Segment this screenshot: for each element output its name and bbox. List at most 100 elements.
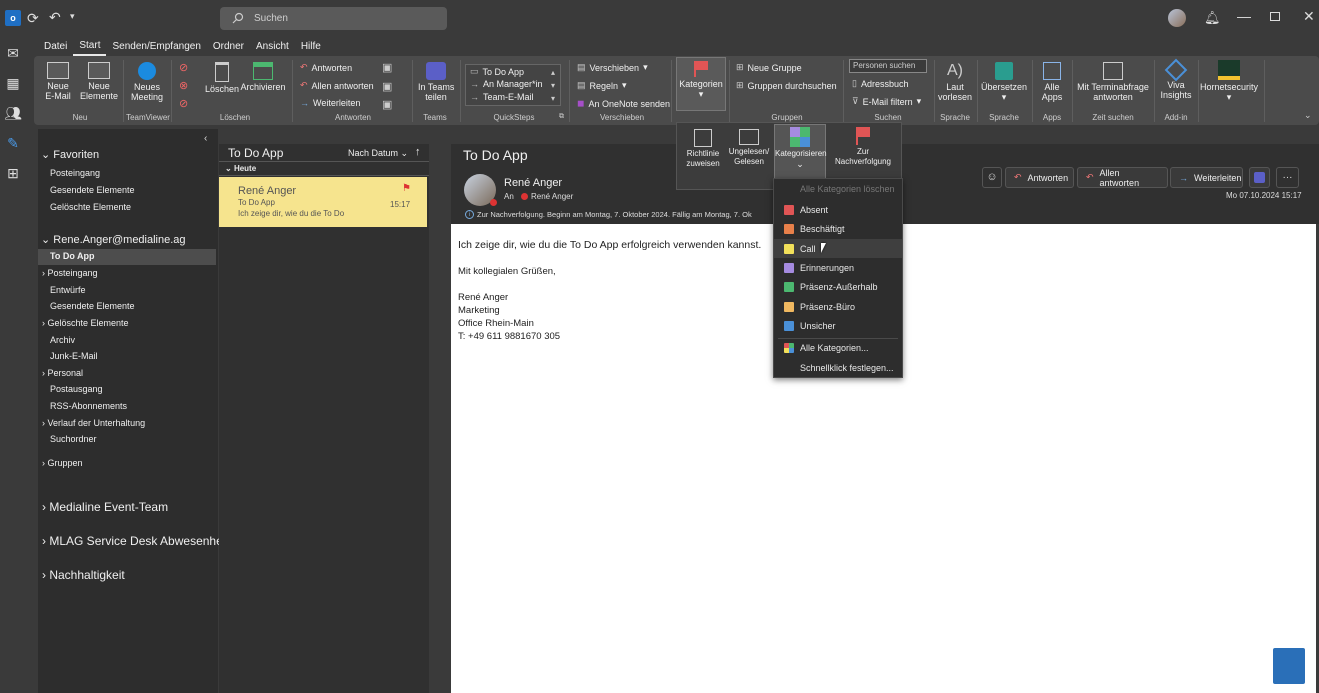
- quicksteps-launcher-icon[interactable]: ⧉: [559, 113, 564, 121]
- menu-start[interactable]: Start: [73, 37, 107, 56]
- rules-button[interactable]: ▤ Regeln ▾: [577, 80, 627, 91]
- browse-groups-button[interactable]: ⊞ Gruppen durchsuchen: [736, 80, 837, 91]
- forward-action-button[interactable]: → Weiterleiten: [1170, 167, 1243, 188]
- people-icon[interactable]: 👥︎: [0, 98, 26, 128]
- maximize-icon[interactable]: [1270, 12, 1280, 21]
- set-quick-click-item[interactable]: Schnellklick festlegen...: [774, 358, 902, 377]
- folder-archiv[interactable]: Archiv: [50, 335, 75, 345]
- category-call[interactable]: Call: [774, 239, 902, 258]
- folder-personal[interactable]: › Personal: [42, 368, 83, 378]
- undo-icon[interactable]: ↶: [49, 9, 61, 26]
- quicksteps-scroll-icon[interactable]: ▴ ▾ ▾: [551, 66, 555, 105]
- im-reply-icon[interactable]: ▣: [382, 80, 392, 93]
- folder-posteingang[interactable]: › Posteingang: [42, 268, 98, 278]
- folder-postausgang[interactable]: Postausgang: [50, 384, 103, 394]
- shared-nachhaltigkeit[interactable]: › Nachhaltigkeit: [42, 568, 125, 582]
- new-meeting-button[interactable]: Neues Meeting: [128, 62, 166, 102]
- archive-button[interactable]: Archivieren: [240, 62, 286, 92]
- followup-button[interactable]: Zur Nachverfolgung: [829, 127, 897, 167]
- folder-rss[interactable]: RSS-Abonnements: [50, 401, 127, 411]
- folder-suchordner[interactable]: Suchordner: [50, 434, 97, 444]
- category-praesenz-ausserhalb[interactable]: Präsenz-Außerhalb: [774, 277, 902, 296]
- folder-verlauf[interactable]: › Verlauf der Unterhaltung: [42, 418, 145, 428]
- teams-chat-button[interactable]: [1249, 167, 1270, 188]
- unread-read-button[interactable]: Ungelesen/ Gelesen: [727, 129, 771, 167]
- all-apps-button[interactable]: Alle Apps: [1035, 62, 1069, 102]
- quickstep-manager[interactable]: → An Manager*in: [470, 79, 543, 89]
- menu-datei[interactable]: Datei: [38, 38, 73, 55]
- fav-geloeschte[interactable]: Gelöschte Elemente: [50, 202, 131, 212]
- account-header[interactable]: ⌄ Rene.Anger@medialine.ag: [41, 233, 186, 246]
- new-group-button[interactable]: ⊞ Neue Gruppe: [736, 62, 802, 73]
- quickstep-team[interactable]: → Team-E-Mail: [470, 92, 534, 102]
- shared-event-team[interactable]: › Medialine Event-Team: [42, 500, 168, 514]
- folder-geloeschte[interactable]: › Gelöschte Elemente: [42, 318, 129, 328]
- move-button[interactable]: ▤ Verschieben ▾: [577, 62, 648, 73]
- more-respond-icon[interactable]: ▣: [382, 98, 392, 111]
- group-header-today[interactable]: ⌄ Heute: [219, 161, 429, 176]
- new-mail-button[interactable]: Neue E-Mail: [42, 62, 74, 101]
- forward-button[interactable]: → Weiterleiten: [300, 98, 360, 108]
- delete-button[interactable]: Löschen: [204, 62, 240, 94]
- folder-todo-app[interactable]: To Do App: [50, 251, 95, 261]
- ignore-icon[interactable]: ⊘: [179, 61, 188, 74]
- menu-hilfe[interactable]: Hilfe: [295, 38, 327, 55]
- meeting-reply-icon[interactable]: ▣: [382, 61, 392, 74]
- viva-insights-button[interactable]: Viva Insights: [1158, 58, 1194, 100]
- folder-gruppen[interactable]: › Gruppen: [42, 458, 83, 468]
- clear-all-categories-item[interactable]: Alle Kategorien löschen: [774, 179, 902, 198]
- flag-icon[interactable]: ⚑: [402, 183, 411, 194]
- translate-button[interactable]: Übersetzen ▾: [980, 62, 1028, 102]
- more-actions-icon[interactable]: ···: [1276, 167, 1299, 188]
- category-unsicher[interactable]: Unsicher: [774, 316, 902, 335]
- find-people-input[interactable]: Personen suchen: [849, 59, 927, 73]
- hornetsecurity-button[interactable]: Hornetsecurity ▾: [1200, 60, 1258, 102]
- onenote-button[interactable]: ◼ An OneNote senden: [577, 98, 670, 109]
- reply-all-action-button[interactable]: ↶ Allen antworten: [1077, 167, 1168, 188]
- category-erinnerungen[interactable]: Erinnerungen: [774, 258, 902, 277]
- sort-dropdown[interactable]: Nach Datum ⌄: [348, 148, 408, 159]
- close-icon[interactable]: ✕: [1303, 8, 1315, 25]
- quickstep-todo[interactable]: ▭ To Do App: [470, 66, 524, 77]
- sort-direction-icon[interactable]: ↑: [415, 146, 421, 158]
- todo-icon[interactable]: ✎: [0, 128, 26, 158]
- minimize-icon[interactable]: —: [1237, 8, 1251, 24]
- filter-mail-button[interactable]: ⊽ E-Mail filtern ▾: [852, 96, 921, 107]
- shared-service-desk[interactable]: › MLAG Service Desk Abwesenhei...: [42, 534, 235, 548]
- ribbon-collapse-icon[interactable]: ⌄: [1304, 110, 1312, 121]
- reply-button[interactable]: ↶ Antworten: [300, 62, 352, 73]
- menu-ansicht[interactable]: Ansicht: [250, 38, 295, 55]
- reply-action-button[interactable]: ↶ Antworten: [1005, 167, 1074, 188]
- collapse-pane-icon[interactable]: ‹: [204, 133, 207, 144]
- category-praesenz-buero[interactable]: Präsenz-Büro: [774, 297, 902, 316]
- reply-all-button[interactable]: ↶ Allen antworten: [300, 80, 374, 91]
- share-teams-button[interactable]: In Teams teilen: [418, 62, 454, 102]
- menu-senden-empfangen[interactable]: Senden/Empfangen: [106, 38, 206, 55]
- new-items-button[interactable]: Neue Elemente: [80, 62, 118, 101]
- message-item[interactable]: René Anger To Do App Ich zeige dir, wie …: [219, 177, 427, 227]
- emoji-reaction-icon[interactable]: ☺: [982, 167, 1002, 188]
- calendar-icon[interactable]: ▦: [0, 68, 26, 98]
- categorize-button[interactable]: Kategorisieren ⌄: [775, 127, 827, 169]
- folder-junk[interactable]: Junk-E-Mail: [50, 351, 98, 361]
- reading-to[interactable]: René Anger: [531, 192, 573, 201]
- reading-sender[interactable]: René Anger: [504, 177, 562, 189]
- categories-button[interactable]: Kategorien ▾: [677, 61, 725, 99]
- category-absent[interactable]: Absent: [774, 200, 902, 219]
- bell-icon[interactable]: 🔔︎: [1204, 10, 1221, 26]
- menu-ordner[interactable]: Ordner: [207, 38, 250, 55]
- all-categories-item[interactable]: Alle Kategorien...: [774, 338, 902, 357]
- mail-icon[interactable]: ✉: [0, 38, 26, 68]
- fav-gesendete[interactable]: Gesendete Elemente: [50, 185, 135, 195]
- sync-icon[interactable]: ⟳: [27, 10, 39, 27]
- category-beschaeftigt[interactable]: Beschäftigt: [774, 219, 902, 238]
- apps-icon[interactable]: ⊞: [0, 158, 26, 188]
- search-input[interactable]: Suchen: [220, 7, 447, 30]
- folder-gesendete[interactable]: Gesendete Elemente: [50, 301, 135, 311]
- folder-entwuerfe[interactable]: Entwürfe: [50, 285, 86, 295]
- address-book-button[interactable]: ▯ Adressbuch: [852, 78, 908, 89]
- fav-posteingang[interactable]: Posteingang: [50, 168, 100, 178]
- qat-more-icon[interactable]: ▾: [70, 11, 75, 22]
- cleanup-icon[interactable]: ⊗: [179, 79, 188, 92]
- avatar[interactable]: [1168, 9, 1186, 27]
